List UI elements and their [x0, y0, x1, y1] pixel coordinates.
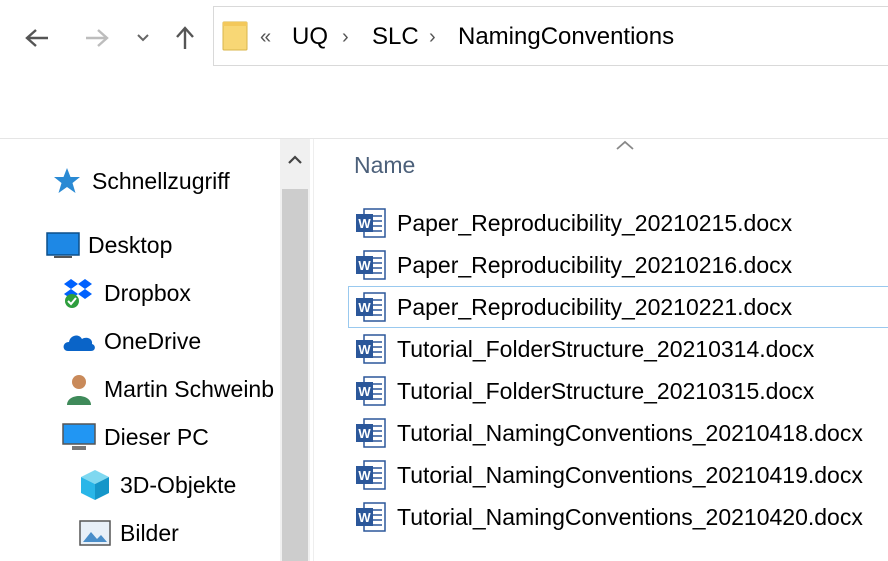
svg-text:W: W: [358, 258, 371, 273]
back-button[interactable]: [22, 22, 52, 54]
pc-icon: [62, 420, 96, 454]
svg-text:W: W: [358, 426, 371, 441]
file-name: Tutorial_FolderStructure_20210314.docx: [397, 335, 815, 362]
file-row[interactable]: W Tutorial_NamingConventions_20210419.do…: [348, 454, 888, 496]
sidebar-item-label: Dieser PC: [104, 423, 209, 450]
file-row[interactable]: W Paper_Reproducibility_20210221.docx: [348, 286, 888, 328]
sidebar-item-label: Schnellzugriff: [92, 167, 230, 194]
sidebar-item-schnellzugriff[interactable]: Schnellzugriff: [50, 161, 230, 201]
svg-text:W: W: [358, 342, 371, 357]
svg-text:W: W: [358, 510, 371, 525]
user-icon: [62, 372, 96, 406]
sidebar-item-3d-objekte[interactable]: 3D-Objekte: [78, 465, 236, 505]
dropbox-icon: [62, 276, 96, 310]
breadcrumb-slc[interactable]: SLC: [372, 23, 419, 51]
recent-locations-button[interactable]: [130, 22, 156, 54]
file-row[interactable]: W Tutorial_NamingConventions_20210418.do…: [348, 412, 888, 454]
sidebar-item-user[interactable]: Martin Schweinb: [62, 369, 276, 409]
sidebar-item-label: Bilder: [120, 519, 179, 546]
breadcrumb-uq[interactable]: UQ: [292, 23, 328, 51]
cube-icon: [78, 468, 112, 502]
chevron-up-icon: [288, 155, 302, 164]
breadcrumb-namingconventions[interactable]: NamingConventions: [458, 23, 674, 51]
star-icon: [50, 164, 84, 198]
file-name: Paper_Reproducibility_20210216.docx: [397, 251, 793, 278]
svg-text:W: W: [358, 216, 371, 231]
file-name: Paper_Reproducibility_20210215.docx: [397, 209, 793, 236]
sidebar-item-dieser-pc[interactable]: Dieser PC: [62, 417, 209, 457]
navigation-pane-scrollbar[interactable]: [280, 139, 310, 561]
file-row[interactable]: W Tutorial_FolderStructure_20210314.docx: [348, 328, 888, 370]
file-name: Paper_Reproducibility_20210221.docx: [397, 293, 793, 320]
folder-icon: [222, 20, 248, 52]
sidebar-item-dropbox[interactable]: Dropbox: [62, 273, 191, 313]
word-document-icon: W: [355, 501, 387, 533]
file-name: Tutorial_NamingConventions_20210418.docx: [397, 419, 863, 446]
file-row[interactable]: W Tutorial_NamingConventions_20210420.do…: [348, 496, 888, 538]
sidebar-item-label: Desktop: [88, 231, 173, 258]
breadcrumb-overflow[interactable]: «: [260, 23, 271, 51]
sidebar-item-bilder[interactable]: Bilder: [78, 513, 179, 553]
sidebar-item-label: 3D-Objekte: [120, 471, 237, 498]
column-header-name[interactable]: Name: [354, 152, 415, 179]
svg-text:W: W: [358, 468, 371, 483]
word-document-icon: W: [355, 333, 387, 365]
sidebar-item-onedrive[interactable]: OneDrive: [62, 321, 201, 361]
word-document-icon: W: [355, 375, 387, 407]
file-row[interactable]: W Tutorial_FolderStructure_20210315.docx: [348, 370, 888, 412]
sidebar-item-desktop[interactable]: Desktop: [46, 225, 172, 265]
breadcrumb-separator[interactable]: ›: [429, 23, 436, 51]
file-row[interactable]: W Paper_Reproducibility_20210216.docx: [348, 244, 888, 286]
arrow-left-icon: [25, 29, 48, 47]
scroll-thumb[interactable]: [282, 189, 308, 561]
pane-divider: [313, 139, 314, 561]
desktop-icon: [46, 228, 80, 262]
sidebar-item-label: Dropbox: [104, 279, 191, 306]
svg-text:W: W: [358, 384, 371, 399]
sort-ascending-icon: [614, 138, 636, 152]
pictures-icon: [78, 516, 112, 550]
scroll-up-button[interactable]: [280, 145, 310, 175]
file-list: W Paper_Reproducibility_20210215.docx W …: [348, 202, 888, 538]
file-name: Tutorial_NamingConventions_20210420.docx: [397, 503, 863, 530]
word-document-icon: W: [355, 459, 387, 491]
sidebar-item-label: OneDrive: [104, 327, 202, 354]
breadcrumb-separator[interactable]: ›: [342, 23, 349, 51]
word-document-icon: W: [355, 417, 387, 449]
navigation-pane: Schnellzugriff Desktop Dropbox OneDrive …: [0, 139, 310, 561]
onedrive-icon: [62, 324, 96, 358]
arrow-up-icon: [176, 26, 194, 49]
file-row[interactable]: W Paper_Reproducibility_20210215.docx: [348, 202, 888, 244]
file-name: Tutorial_NamingConventions_20210419.docx: [397, 461, 863, 488]
address-bar[interactable]: « UQ › SLC › NamingConventions: [213, 6, 888, 66]
file-name: Tutorial_FolderStructure_20210315.docx: [397, 377, 815, 404]
up-button[interactable]: [170, 22, 200, 54]
word-document-icon: W: [355, 207, 387, 239]
chevron-down-icon: [137, 34, 149, 42]
sidebar-item-label: Martin Schweinb: [104, 375, 275, 402]
word-document-icon: W: [355, 291, 387, 323]
word-document-icon: W: [355, 249, 387, 281]
forward-button[interactable]: [82, 22, 112, 54]
svg-text:W: W: [358, 300, 371, 315]
arrow-right-icon: [86, 29, 109, 47]
